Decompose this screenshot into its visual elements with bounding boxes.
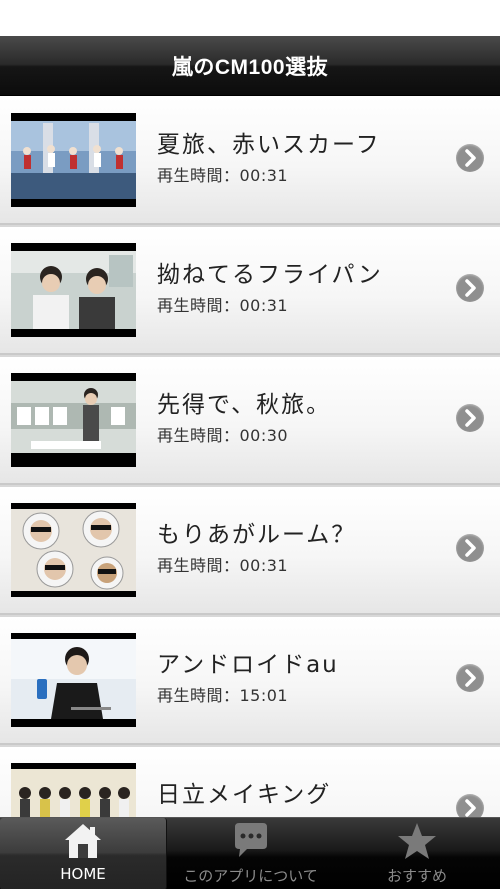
chevron-right-icon[interactable] — [456, 664, 484, 692]
home-icon — [61, 821, 105, 861]
video-title: もりあがルーム？ — [157, 522, 357, 548]
video-list[interactable]: 夏旅、赤いスカーフ 再生時間：00:31 拗ねてるフライパン 再生時間：00:3… — [0, 97, 500, 817]
list-item[interactable]: アンドロイドau 再生時間：15:01 — [0, 617, 500, 745]
list-item[interactable]: もりあがルーム？ 再生時間：00:31 — [0, 487, 500, 615]
tab-bar: HOME このアプリについて おすすめ — [0, 817, 500, 889]
list-item[interactable]: 夏旅、赤いスカーフ 再生時間：00:31 — [0, 97, 500, 225]
video-duration: 再生時間：00:31 — [157, 166, 289, 185]
tab-label: HOME — [60, 865, 106, 883]
tab-label: おすすめ — [386, 867, 447, 885]
tab-home[interactable]: HOME — [0, 818, 167, 889]
video-title: 拗ねてるフライパン — [157, 262, 383, 288]
video-thumbnail — [11, 373, 136, 467]
chevron-right-icon[interactable] — [456, 404, 484, 432]
video-title: 日立メイキング — [157, 782, 332, 808]
video-title: 夏旅、赤いスカーフ — [157, 132, 381, 158]
star-icon — [395, 821, 439, 861]
chevron-right-icon[interactable] — [456, 144, 484, 172]
page-title: 嵐のCM100選抜 — [171, 55, 329, 79]
video-duration: 再生時間：00:31 — [157, 556, 289, 575]
speech-bubble-icon — [229, 821, 273, 861]
video-title: アンドロイドau — [157, 652, 339, 678]
list-item[interactable]: 拗ねてるフライパン 再生時間：00:31 — [0, 227, 500, 355]
chevron-right-icon[interactable] — [456, 794, 484, 817]
tab-label: このアプリについて — [183, 867, 318, 885]
video-thumbnail — [11, 243, 136, 337]
video-title: 先得で、秋旅。 — [157, 392, 332, 418]
chevron-right-icon[interactable] — [456, 534, 484, 562]
video-thumbnail — [11, 113, 136, 207]
video-thumbnail — [11, 503, 136, 597]
video-duration: 再生時間：00:30 — [157, 426, 289, 445]
video-duration: 再生時間：00:31 — [157, 296, 289, 315]
status-bar — [0, 0, 500, 36]
list-item[interactable]: 先得で、秋旅。 再生時間：00:30 — [0, 357, 500, 485]
tab-about[interactable]: このアプリについて — [167, 818, 334, 889]
chevron-right-icon[interactable] — [456, 274, 484, 302]
video-thumbnail — [11, 633, 136, 727]
video-duration: 再生時間：15:01 — [157, 686, 289, 705]
tab-recommended[interactable]: おすすめ — [334, 818, 500, 889]
title-bar: 嵐のCM100選抜 — [0, 36, 500, 96]
list-item[interactable]: 日立メイキング — [0, 747, 500, 817]
video-thumbnail — [11, 763, 136, 817]
